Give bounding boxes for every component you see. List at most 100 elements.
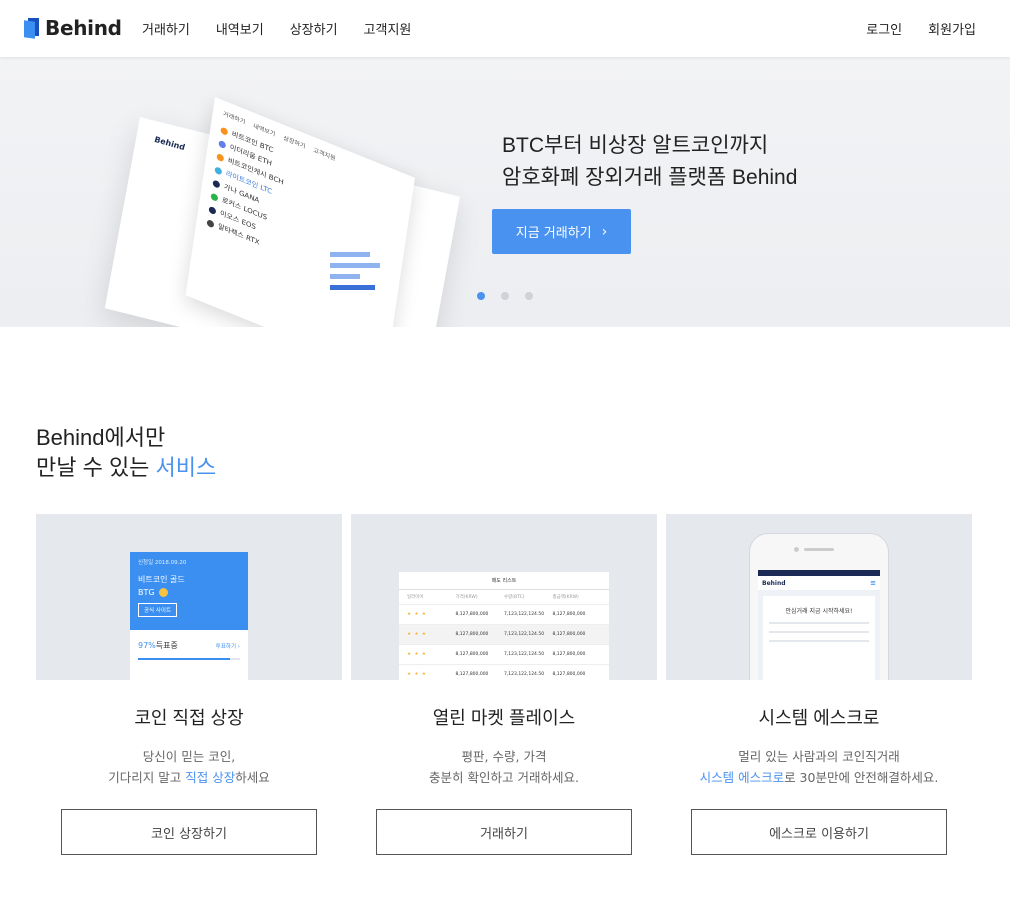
market-desc: 평판, 수량, 가격 충분히 확인하고 거래하세요. bbox=[351, 746, 657, 788]
listing-desc-line1: 당신이 믿는 코인, bbox=[142, 749, 236, 764]
nav-item-history[interactable]: 내역보기 bbox=[216, 19, 264, 38]
coin-icon bbox=[214, 165, 223, 176]
logo-mark-icon bbox=[24, 18, 39, 39]
auth-links: 로그인 회원가입 bbox=[866, 19, 976, 38]
services-title: Behind에서만 만날 수 있는 서비스 bbox=[36, 423, 216, 483]
coin-icon bbox=[218, 139, 227, 149]
market-mock-cell: 7,123,122,124.50 bbox=[504, 652, 545, 657]
market-mock-row: ★ ★ ★ 8,127,800,000 7,123,122,124.50 8,127,… bbox=[399, 665, 609, 680]
services-title-line2: 만날 수 있는 서비스 bbox=[36, 453, 216, 483]
market-desc-line1: 평판, 수량, 가격 bbox=[461, 749, 547, 764]
services-title-line1: Behind에서만 bbox=[36, 425, 166, 450]
listing-button[interactable]: 코인 상장하기 bbox=[61, 809, 317, 855]
listing-image: 신청일 2018.09.20 비트코인 골드 BTG 공식 사이트 97%득표중… bbox=[36, 514, 342, 680]
trade-button[interactable]: 거래하기 bbox=[376, 809, 632, 855]
listing-desc: 당신이 믿는 코인, 기다리지 말고 직접 상장하세요 bbox=[36, 746, 342, 788]
carousel-dot-1[interactable] bbox=[477, 292, 485, 300]
rating-stars: ★ ★ ★ bbox=[407, 632, 427, 637]
rating-stars: ★ ★ ★ bbox=[407, 612, 427, 617]
market-mock-cell: 7,123,122,124.50 bbox=[504, 632, 545, 637]
coin-icon bbox=[212, 178, 221, 189]
market-mock-cell: 8,127,800,000 bbox=[552, 632, 586, 637]
listing-mock-pct-label: 득표중 bbox=[155, 641, 178, 650]
logo-text: Behind bbox=[45, 16, 122, 40]
start-trading-button[interactable]: 지금 거래하기 › bbox=[492, 209, 631, 254]
coin-icon bbox=[158, 588, 168, 597]
hero-banner: Behind 거래하기 내역보기 상장하기 고객지원 비트코인 BTC 이더리움 … bbox=[0, 57, 1010, 327]
escrow-desc: 멀리 있는 사람과의 코인직거래 시스템 에스크로로 30분만에 안전해결하세요… bbox=[666, 746, 972, 788]
services-title-highlight: 서비스 bbox=[155, 455, 217, 480]
nav-item-listing[interactable]: 상장하기 bbox=[290, 19, 338, 38]
market-mock-cell: 7,123,122,124.50 bbox=[504, 672, 545, 677]
listing-mock-date: 신청일 2018.09.20 bbox=[138, 560, 187, 566]
listing-mock-pct-wrap: 97%득표중 bbox=[138, 640, 178, 651]
main-nav: 거래하기 내역보기 상장하기 고객지원 bbox=[142, 19, 411, 38]
mockup-menu-item: 상장하기 bbox=[282, 134, 306, 151]
market-mock-row: ★ ★ ★ 8,127,800,000 7,123,122,124.50 8,127,… bbox=[399, 625, 609, 645]
mockup-menu-item: 고객지원 bbox=[312, 146, 336, 163]
market-mock-cell: 8,127,800,000 bbox=[552, 612, 586, 617]
nav-item-trade[interactable]: 거래하기 bbox=[142, 19, 190, 38]
listing-title: 코인 직접 상장 bbox=[134, 708, 244, 728]
services-title-prefix: 만날 수 있는 bbox=[36, 455, 156, 480]
listing-mock-symbol: BTG bbox=[138, 588, 155, 597]
escrow-mock-card-title: 안심거래 지금 시작하세요! bbox=[785, 608, 853, 615]
market-mock-head: 매도 리스트 bbox=[399, 572, 609, 590]
escrow-mock-brand: Behind bbox=[762, 579, 786, 587]
market-desc-line2: 충분히 확인하고 거래하세요. bbox=[429, 770, 579, 785]
service-card-market: 매도 리스트 일러이어 가격(KRW) 수량(BTC) 총금액(KRW) ★ ★ ★ 8… bbox=[351, 514, 657, 859]
market-mock-cell: 8,127,800,000 bbox=[455, 632, 489, 637]
top-header: Behind 거래하기 내역보기 상장하기 고객지원 로그인 회원가입 bbox=[0, 0, 1010, 57]
listing-mock-name: 비트코인 골드 bbox=[138, 575, 185, 584]
escrow-desc-line2: 시스템 에스크로로 30분만에 안전해결하세요. bbox=[699, 770, 939, 785]
escrow-button[interactable]: 에스크로 이용하기 bbox=[691, 809, 947, 855]
market-mock-row: ★ ★ ★ 8,127,800,000 7,123,122,124.50 8,127,… bbox=[399, 605, 609, 625]
hero-title-line2: 암호화폐 장외거래 플랫폼 Behind bbox=[502, 166, 798, 189]
escrow-desc-line1: 멀리 있는 사람과의 코인직거래 bbox=[738, 749, 900, 764]
menu-icon: ≡ bbox=[870, 579, 876, 587]
login-link[interactable]: 로그인 bbox=[866, 19, 902, 38]
hero-title-line1: BTC부터 비상장 알트코인까지 bbox=[502, 134, 769, 157]
market-mock-cols: 일러이어 가격(KRW) 수량(BTC) 총금액(KRW) bbox=[399, 590, 609, 605]
hero-mockup-image: Behind 거래하기 내역보기 상장하기 고객지원 비트코인 BTC 이더리움 … bbox=[104, 77, 480, 327]
start-trading-label: 지금 거래하기 bbox=[515, 226, 592, 241]
escrow-mock-phone: Behind ≡ 안심거래 지금 시작하세요! bbox=[750, 534, 888, 680]
coin-icon bbox=[216, 152, 225, 162]
listing-mock-progress bbox=[138, 658, 240, 660]
nav-item-support[interactable]: 고객지원 bbox=[364, 19, 412, 38]
coin-icon bbox=[220, 126, 229, 136]
market-mock-cell: 8,127,800,000 bbox=[455, 652, 489, 657]
market-mock-row: ★ ★ ★ 8,127,800,000 7,123,122,124.50 8,127,… bbox=[399, 645, 609, 665]
carousel-dot-3[interactable] bbox=[525, 292, 533, 300]
market-title: 열린 마켓 플레이스 bbox=[432, 708, 576, 728]
market-mock-table: 매도 리스트 일러이어 가격(KRW) 수량(BTC) 총금액(KRW) ★ ★ ★ 8… bbox=[399, 572, 609, 680]
market-image: 매도 리스트 일러이어 가격(KRW) 수량(BTC) 총금액(KRW) ★ ★ ★ 8… bbox=[351, 514, 657, 680]
market-mock-cell: 7,123,122,124.50 bbox=[504, 612, 545, 617]
logo[interactable]: Behind bbox=[24, 16, 122, 40]
listing-mock-link: 투표하기 › bbox=[215, 643, 240, 650]
market-mock-cell: 8,127,800,000 bbox=[455, 612, 489, 617]
mockup-bars bbox=[330, 252, 390, 296]
hero-title: BTC부터 비상장 알트코인까지 암호화폐 장외거래 플랫폼 Behind bbox=[502, 130, 797, 194]
service-card-listing: 신청일 2018.09.20 비트코인 골드 BTG 공식 사이트 97%득표중… bbox=[36, 514, 342, 859]
listing-desc-line2: 기다리지 말고 직접 상장하세요 bbox=[108, 770, 270, 785]
escrow-title: 시스템 에스크로 bbox=[758, 708, 880, 728]
carousel-dot-2[interactable] bbox=[501, 292, 509, 300]
escrow-image: Behind ≡ 안심거래 지금 시작하세요! bbox=[666, 514, 972, 680]
signup-link[interactable]: 회원가입 bbox=[928, 19, 976, 38]
carousel-dots bbox=[477, 292, 533, 300]
mockup-menu-item: 내역보기 bbox=[252, 122, 276, 139]
mockup-menu-item: 거래하기 bbox=[222, 110, 246, 127]
rating-stars: ★ ★ ★ bbox=[407, 652, 427, 657]
coin-icon bbox=[210, 192, 219, 202]
chevron-right-icon: › bbox=[601, 223, 608, 240]
coin-icon bbox=[208, 205, 217, 215]
listing-mock-tag: 공식 사이트 bbox=[138, 603, 178, 617]
listing-mock-screen: 신청일 2018.09.20 비트코인 골드 BTG 공식 사이트 97%득표중… bbox=[130, 552, 248, 680]
market-mock-cell: 8,127,800,000 bbox=[552, 672, 586, 677]
listing-mock-pct: 97% bbox=[138, 641, 156, 650]
market-mock-cell: 8,127,800,000 bbox=[455, 672, 489, 677]
coin-icon bbox=[206, 218, 215, 228]
service-card-escrow: Behind ≡ 안심거래 지금 시작하세요! 시스템 에스크로 멀리 있는 사람… bbox=[666, 514, 972, 859]
market-mock-cell: 8,127,800,000 bbox=[552, 652, 586, 657]
